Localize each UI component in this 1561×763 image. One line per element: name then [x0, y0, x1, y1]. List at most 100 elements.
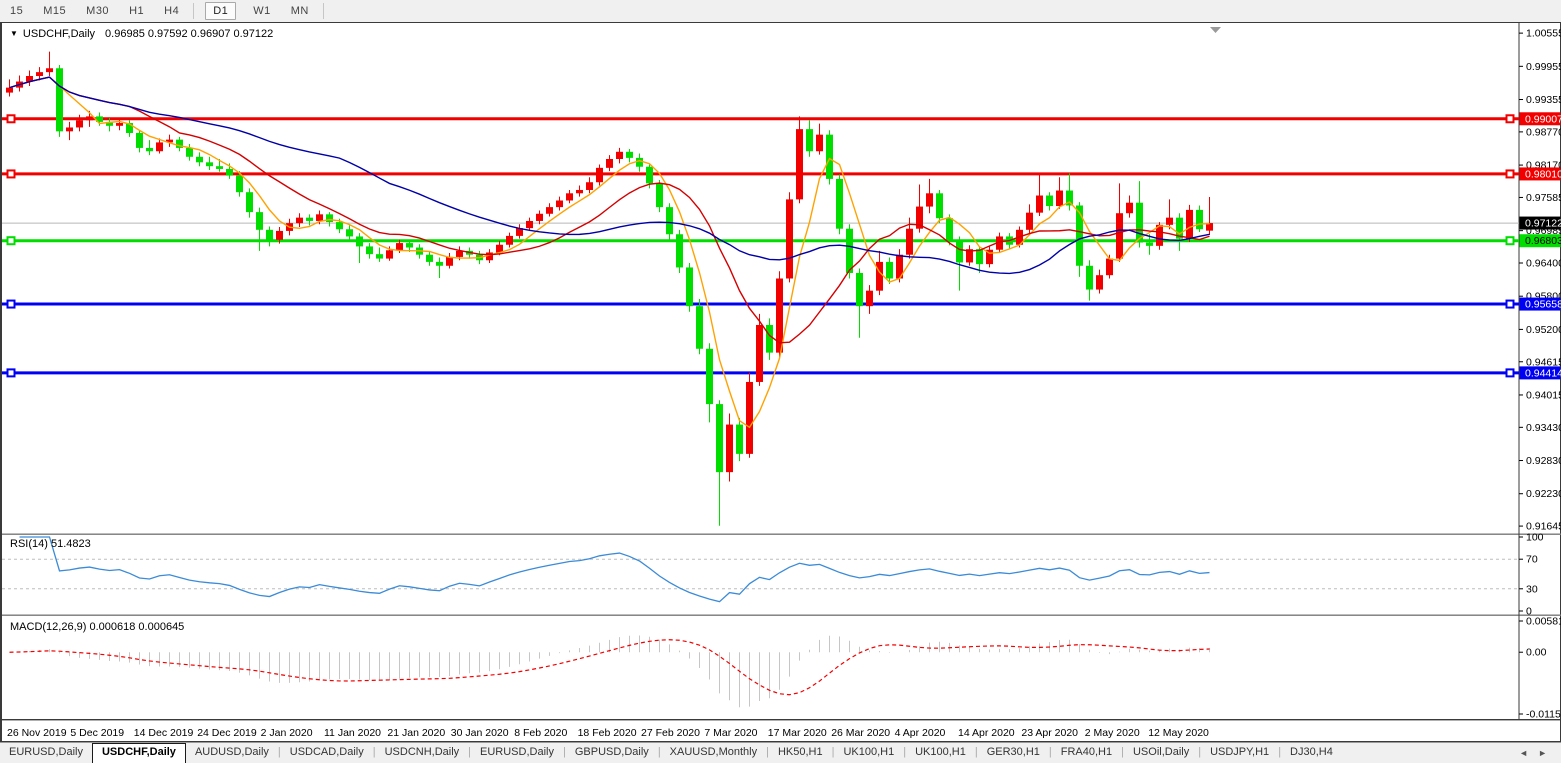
candle-body [646, 166, 653, 184]
price-tick-label: 0.96400 [1526, 258, 1561, 270]
timeframe-button-M30[interactable]: M30 [83, 3, 112, 19]
price-badge-0.94414-text: 0.94414 [1525, 367, 1561, 379]
candle-body [1166, 217, 1173, 225]
tab-fra40-h1[interactable]: FRA40,H1 [1052, 743, 1121, 763]
tab-scroll-left-icon[interactable]: ◄ [1519, 748, 1528, 758]
tab-xauusd-monthly[interactable]: XAUUSD,Monthly [661, 743, 766, 763]
candle-body [626, 151, 633, 158]
candle-body [1026, 212, 1033, 230]
macd-indicator-label: MACD(12,26,9) 0.000618 0.000645 [10, 621, 184, 633]
candle-body [1126, 202, 1133, 214]
tab-gbpusd-daily[interactable]: GBPUSD,Daily [566, 743, 658, 763]
tab-uk100-h1[interactable]: UK100,H1 [834, 743, 903, 763]
hline-right-handle[interactable] [1505, 114, 1515, 124]
candle-body [726, 424, 733, 473]
candle-body [1196, 209, 1203, 230]
candle-body [146, 147, 153, 152]
candle-body [716, 404, 723, 473]
tab-dj30-h4[interactable]: DJ30,H4 [1281, 743, 1342, 763]
price-badge-0.99007-text: 0.99007 [1525, 113, 1561, 125]
timeframe-button-D1[interactable]: D1 [205, 2, 237, 20]
price-tick-label: 0.97585 [1526, 192, 1561, 204]
tab-usdjpy-h1[interactable]: USDJPY,H1 [1201, 743, 1278, 763]
chart-dropdown-icon[interactable]: ▼ [10, 29, 18, 38]
price-tick-label: 0.92230 [1526, 488, 1561, 500]
tab-uk100-h1[interactable]: UK100,H1 [906, 743, 975, 763]
candle-body [706, 348, 713, 405]
date-label: 14 Dec 2019 [134, 727, 194, 739]
candle-body [196, 156, 203, 163]
candle-body [266, 229, 273, 240]
chart-title-ohlc: 0.96985 0.97592 0.96907 0.97122 [105, 28, 274, 40]
timeframe-button-15[interactable]: 15 [7, 3, 26, 19]
hline-left-handle[interactable] [6, 299, 16, 309]
price-badge-0.95658-text: 0.95658 [1525, 299, 1561, 311]
date-label: 21 Jan 2020 [387, 727, 445, 739]
chart-canvas[interactable]: 1.005550.999550.993550.987700.981700.975… [2, 23, 1561, 741]
candle-body [76, 120, 83, 128]
hline-right-handle[interactable] [1505, 236, 1515, 246]
tab-scroll-right-icon[interactable]: ► [1538, 748, 1547, 758]
tab-usdcad-daily[interactable]: USDCAD,Daily [281, 743, 373, 763]
timeframe-button-W1[interactable]: W1 [250, 3, 274, 19]
candle-body [36, 72, 43, 77]
candle-body [616, 151, 623, 159]
tab-eurusd-daily[interactable]: EURUSD,Daily [0, 743, 92, 763]
candle-body [756, 324, 763, 382]
candle-body [876, 261, 883, 291]
date-label: 2 May 2020 [1085, 727, 1140, 739]
tab-audusd-daily[interactable]: AUDUSD,Daily [186, 743, 278, 763]
candle-body [1106, 258, 1113, 276]
rsi-line [19, 536, 1210, 603]
candle-body [976, 249, 983, 265]
candle-body [56, 68, 63, 132]
tab-hk50-h1[interactable]: HK50,H1 [769, 743, 832, 763]
candle-body [456, 250, 463, 257]
candle-body [366, 246, 373, 255]
date-label: 5 Dec 2019 [70, 727, 124, 739]
candle-body [816, 134, 823, 152]
candle-body [956, 240, 963, 263]
timeframe-button-M15[interactable]: M15 [40, 3, 69, 19]
toolbar-separator [322, 3, 324, 19]
tab-eurusd-daily[interactable]: EURUSD,Daily [471, 743, 563, 763]
candle-body [666, 207, 673, 235]
timeframe-button-H1[interactable]: H1 [126, 3, 147, 19]
candle-body [316, 214, 323, 221]
date-label: 26 Mar 2020 [831, 727, 890, 739]
tab-usdcnh-daily[interactable]: USDCNH,Daily [376, 743, 469, 763]
candle-body [356, 236, 363, 247]
candle-body [1096, 275, 1103, 290]
timeframe-toolbar: 15 M15 M30 H1 H4 D1 W1 MN [0, 0, 1561, 22]
hline-right-handle[interactable] [1505, 368, 1515, 378]
candle-body [426, 254, 433, 262]
candle-body [826, 134, 833, 179]
candle-body [1146, 242, 1153, 246]
date-label: 8 Feb 2020 [514, 727, 567, 739]
candle-body [686, 267, 693, 307]
date-label: 7 Mar 2020 [704, 727, 757, 739]
price-tick-label: 0.95200 [1526, 324, 1561, 336]
hline-left-handle[interactable] [6, 368, 16, 378]
timeframe-button-H4[interactable]: H4 [161, 3, 182, 19]
candle-body [1116, 213, 1123, 259]
date-label: 2 Jan 2020 [261, 727, 313, 739]
hline-right-handle[interactable] [1505, 299, 1515, 309]
tab-ger30-h1[interactable]: GER30,H1 [978, 743, 1049, 763]
candle-body [796, 129, 803, 200]
candle-body [846, 228, 853, 273]
hline-right-handle[interactable] [1505, 169, 1515, 179]
timeframe-button-MN[interactable]: MN [288, 3, 312, 19]
date-label: 14 Apr 2020 [958, 727, 1015, 739]
hline-left-handle[interactable] [6, 169, 16, 179]
candle-body [186, 147, 193, 157]
candle-body [446, 256, 453, 266]
tab-usdchf-daily[interactable]: USDCHF,Daily [91, 743, 186, 763]
candle-body [836, 178, 843, 229]
candle-body [746, 381, 753, 454]
hline-left-handle[interactable] [6, 114, 16, 124]
price-tick-label: 0.99355 [1526, 94, 1561, 106]
tab-usoil-daily[interactable]: USOil,Daily [1124, 743, 1198, 763]
hline-left-handle[interactable] [6, 236, 16, 246]
candle-body [136, 132, 143, 148]
